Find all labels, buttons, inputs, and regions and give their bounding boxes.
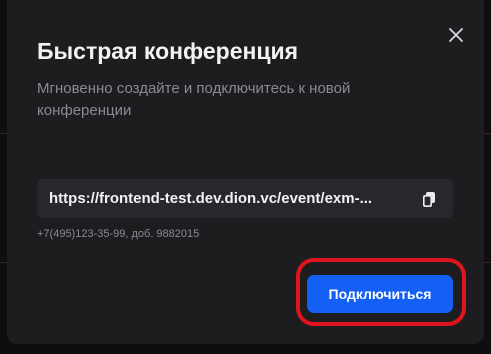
copy-icon bbox=[423, 191, 435, 207]
connect-button[interactable]: Подключиться bbox=[307, 275, 453, 313]
close-icon bbox=[449, 28, 463, 42]
dial-in-phone: +7(495)123-35-99, доб. 9882015 bbox=[37, 228, 200, 240]
conference-link-field[interactable]: https://frontend-test.dev.dion.vc/event/… bbox=[37, 179, 453, 218]
dialog-subtitle: Мгновенно создайте и подключитесь к ново… bbox=[37, 80, 351, 119]
close-button[interactable] bbox=[443, 22, 469, 48]
copy-link-button[interactable] bbox=[418, 188, 440, 210]
quick-conference-dialog: Быстрая конференция Мгновенно создайте и… bbox=[7, 0, 484, 344]
dialog-title: Быстрая конференция bbox=[37, 38, 299, 64]
conference-link[interactable]: https://frontend-test.dev.dion.vc/event/… bbox=[49, 179, 404, 218]
